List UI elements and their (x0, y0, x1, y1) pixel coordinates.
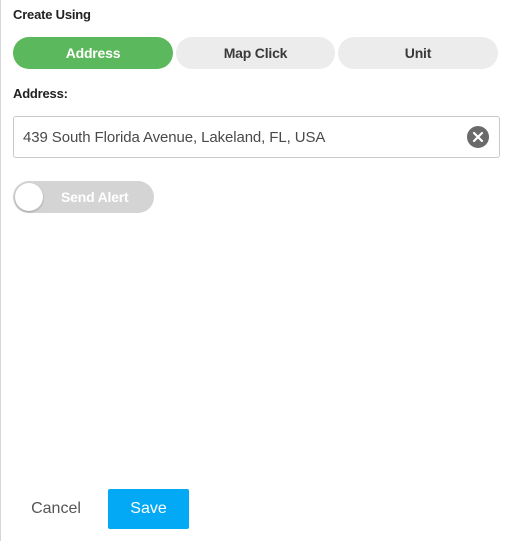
address-input[interactable]: 439 South Florida Avenue, Lakeland, FL, … (13, 116, 500, 158)
segment-map-click[interactable]: Map Click (176, 37, 335, 69)
create-using-label: Create Using (13, 7, 91, 22)
segment-address[interactable]: Address (13, 37, 173, 69)
cancel-button[interactable]: Cancel (19, 489, 93, 529)
segment-unit[interactable]: Unit (338, 37, 498, 69)
clear-address-icon[interactable] (467, 126, 489, 148)
toggle-knob (15, 183, 43, 211)
address-value: 439 South Florida Avenue, Lakeland, FL, … (23, 129, 326, 146)
send-alert-label: Send Alert (61, 189, 129, 205)
address-label: Address: (13, 86, 68, 101)
create-using-segmented-control: Address Map Click Unit (13, 37, 499, 69)
create-panel: Create Using Address Map Click Unit Addr… (0, 0, 516, 541)
send-alert-toggle[interactable]: Send Alert (13, 181, 154, 213)
save-button[interactable]: Save (108, 489, 189, 529)
